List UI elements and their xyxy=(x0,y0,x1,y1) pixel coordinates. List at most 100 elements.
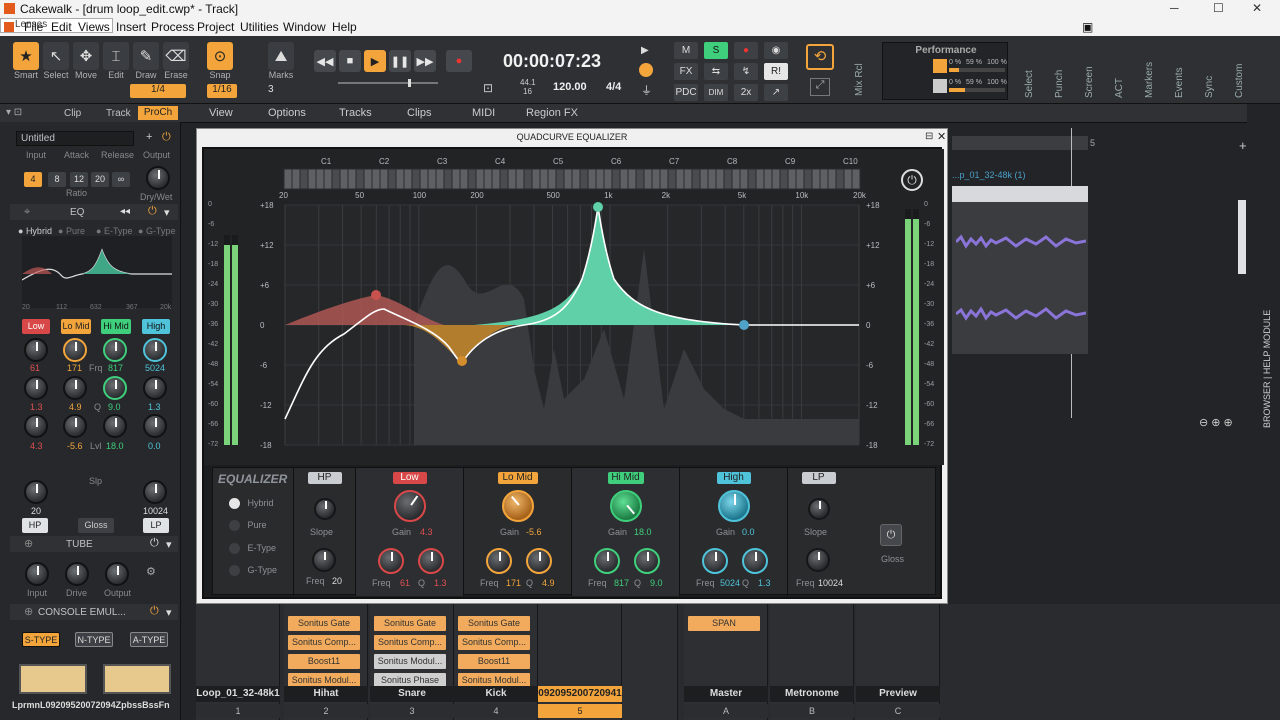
fx-bin-item[interactable]: Sonitus Comp... xyxy=(288,635,360,650)
eq-collapse-icon[interactable]: ▾ xyxy=(164,206,170,219)
lp-slope-knob[interactable] xyxy=(808,498,830,520)
menu-file[interactable]: File xyxy=(24,20,43,34)
himid-band-label[interactable]: Hi Mid xyxy=(607,472,644,484)
read-automation-icon[interactable]: ⇆ xyxy=(704,63,728,80)
strip-name[interactable]: Metronome xyxy=(770,686,854,702)
low-band-button[interactable]: Low xyxy=(22,319,50,334)
select-module[interactable]: Select xyxy=(1024,44,1035,98)
hp-freq-knob-large[interactable] xyxy=(312,548,336,572)
record-button[interactable]: ● xyxy=(446,50,472,72)
marks-value[interactable]: 3 xyxy=(268,84,274,95)
low-q-knob[interactable] xyxy=(24,376,48,400)
lp-freq-knob-large[interactable] xyxy=(806,548,830,572)
marks-icon[interactable]: ⛰ xyxy=(268,42,294,70)
lp-band-button[interactable]: LP xyxy=(801,472,836,484)
write-automation-icon[interactable]: ↯ xyxy=(734,63,758,80)
tube-type-icon[interactable]: ⚙ xyxy=(146,565,156,578)
record-automation-button[interactable]: R! xyxy=(764,63,788,80)
lomid-freq-knob[interactable] xyxy=(63,338,87,362)
hp-freq-knob[interactable] xyxy=(24,480,48,504)
time-display[interactable]: 00:00:07:23 xyxy=(503,51,601,72)
fx-bin-item[interactable]: Sonitus Gate xyxy=(458,616,530,631)
eq-preset-arrows-icon[interactable]: ◂◂ xyxy=(120,206,130,217)
himid-freq-knob[interactable] xyxy=(103,338,127,362)
sync-module[interactable]: Sync xyxy=(1204,44,1215,98)
app-menu-icon[interactable] xyxy=(4,22,14,32)
quadcurve-close-button[interactable]: ✕ xyxy=(937,130,946,143)
eq-power-icon[interactable]: ⏻ xyxy=(148,205,157,218)
draw-tool-icon[interactable]: ✎ xyxy=(133,42,159,70)
mode-etype-radio[interactable]: E-Type xyxy=(229,543,276,555)
vertical-scrollbar[interactable] xyxy=(1238,200,1246,274)
pin-icon[interactable]: ⊟ xyxy=(925,131,933,142)
layout-icon[interactable]: ▣ xyxy=(1082,20,1093,34)
erase-tool-icon[interactable]: ⌫ xyxy=(163,42,189,70)
hp-band-button[interactable]: HP xyxy=(307,472,342,484)
eq-graph-svg[interactable] xyxy=(204,149,944,465)
gloss-button[interactable]: Gloss xyxy=(78,518,114,533)
move-tool-icon[interactable]: ✥ xyxy=(73,42,99,70)
snap-toggle-icon[interactable]: ⊙ xyxy=(207,42,233,70)
mixer-strip[interactable]: SPAN Master A xyxy=(684,604,768,720)
browser-help-module-tab[interactable]: BROWSER | HELP MODULE xyxy=(1262,292,1276,428)
fx-bin-item[interactable]: Boost11 xyxy=(288,654,360,669)
high-band-label[interactable]: High xyxy=(716,472,751,484)
tab-clip[interactable]: Clip xyxy=(64,108,81,119)
fx-bin-item[interactable]: Sonitus Comp... xyxy=(374,635,446,650)
lp-button[interactable]: LP xyxy=(143,518,169,533)
low-freq-knob-large[interactable] xyxy=(378,548,404,574)
arm-all-icon[interactable]: ● xyxy=(734,42,758,59)
strip-name[interactable]: Master xyxy=(684,686,768,702)
himid-band-button[interactable]: Hi Mid xyxy=(101,319,131,334)
tube-drive-knob[interactable] xyxy=(65,562,89,586)
act-module[interactable]: ACT xyxy=(1114,44,1125,98)
pause-button[interactable]: ❚❚ xyxy=(389,50,411,72)
lp-freq-knob[interactable] xyxy=(143,480,167,504)
tube-input-knob[interactable] xyxy=(25,562,49,586)
options-menu[interactable]: Options xyxy=(268,107,306,119)
lomid-band-button[interactable]: Lo Mid xyxy=(61,319,91,334)
close-button[interactable]: ✕ xyxy=(1252,1,1262,15)
maximize-button[interactable]: ☐ xyxy=(1213,1,1224,15)
solo-all-button[interactable]: S xyxy=(704,42,728,59)
stop-button[interactable]: ■ xyxy=(339,50,361,72)
loop-toggle[interactable] xyxy=(639,63,653,77)
console-stype-button[interactable]: S-TYPE xyxy=(22,632,60,647)
lomid-gain-knob[interactable] xyxy=(63,414,87,438)
menu-project[interactable]: Project xyxy=(197,20,234,34)
tube-output-knob[interactable] xyxy=(105,562,129,586)
strip-name[interactable]: Preview xyxy=(856,686,940,702)
eq-mode-hybrid[interactable]: ● Hybrid xyxy=(18,226,52,236)
metronome-icon[interactable]: ⊡ xyxy=(483,81,493,95)
fx-bypass-button[interactable]: FX xyxy=(674,63,698,80)
position-slider[interactable] xyxy=(320,79,470,87)
menu-views[interactable]: Views xyxy=(78,20,110,34)
zoom-controls-icon[interactable]: ⊖ ⊕ ⊕ xyxy=(1199,416,1233,429)
lomid-q-knob[interactable] xyxy=(63,376,87,400)
menu-utilities[interactable]: Utilities xyxy=(240,20,279,34)
loop-icon[interactable]: ⟲ xyxy=(806,44,834,70)
inspector-options-icon[interactable]: ▾ ⊡ xyxy=(6,107,22,118)
fx-bin-item[interactable]: SPAN xyxy=(688,616,760,631)
eq-mode-gtype[interactable]: ● G-Type xyxy=(138,226,175,236)
ratio-4-button[interactable]: 4 xyxy=(24,172,42,187)
smart-tool-icon[interactable]: ★ xyxy=(13,42,39,70)
mixer-strip[interactable]: 092095200720941 5 xyxy=(538,604,622,720)
strip-name[interactable]: Kick xyxy=(454,686,538,702)
events-module[interactable]: Events xyxy=(1174,44,1185,98)
tracks-menu[interactable]: Tracks xyxy=(339,107,372,119)
clips-menu[interactable]: Clips xyxy=(407,107,431,119)
tempo-display[interactable]: 120.00 xyxy=(553,81,587,93)
fast-forward-button[interactable]: ▶▶ xyxy=(414,50,436,72)
screen-module[interactable]: Screen xyxy=(1084,44,1095,98)
input-echo-icon[interactable]: ◉ xyxy=(764,42,788,59)
fx-bin-item[interactable]: Sonitus Modul... xyxy=(374,654,446,669)
mode-gtype-radio[interactable]: G-Type xyxy=(229,565,277,577)
strip-name[interactable]: Hihat xyxy=(284,686,368,702)
fx-bin-item[interactable]: Sonitus Comp... xyxy=(458,635,530,650)
punch-icon[interactable]: ⤢ xyxy=(810,78,830,96)
high-q-knob-large[interactable] xyxy=(742,548,768,574)
high-freq-knob-large[interactable] xyxy=(702,548,728,574)
lomid-freq-knob-large[interactable] xyxy=(486,548,512,574)
strip-name[interactable]: Loop_01_32-48k1 xyxy=(196,686,280,702)
